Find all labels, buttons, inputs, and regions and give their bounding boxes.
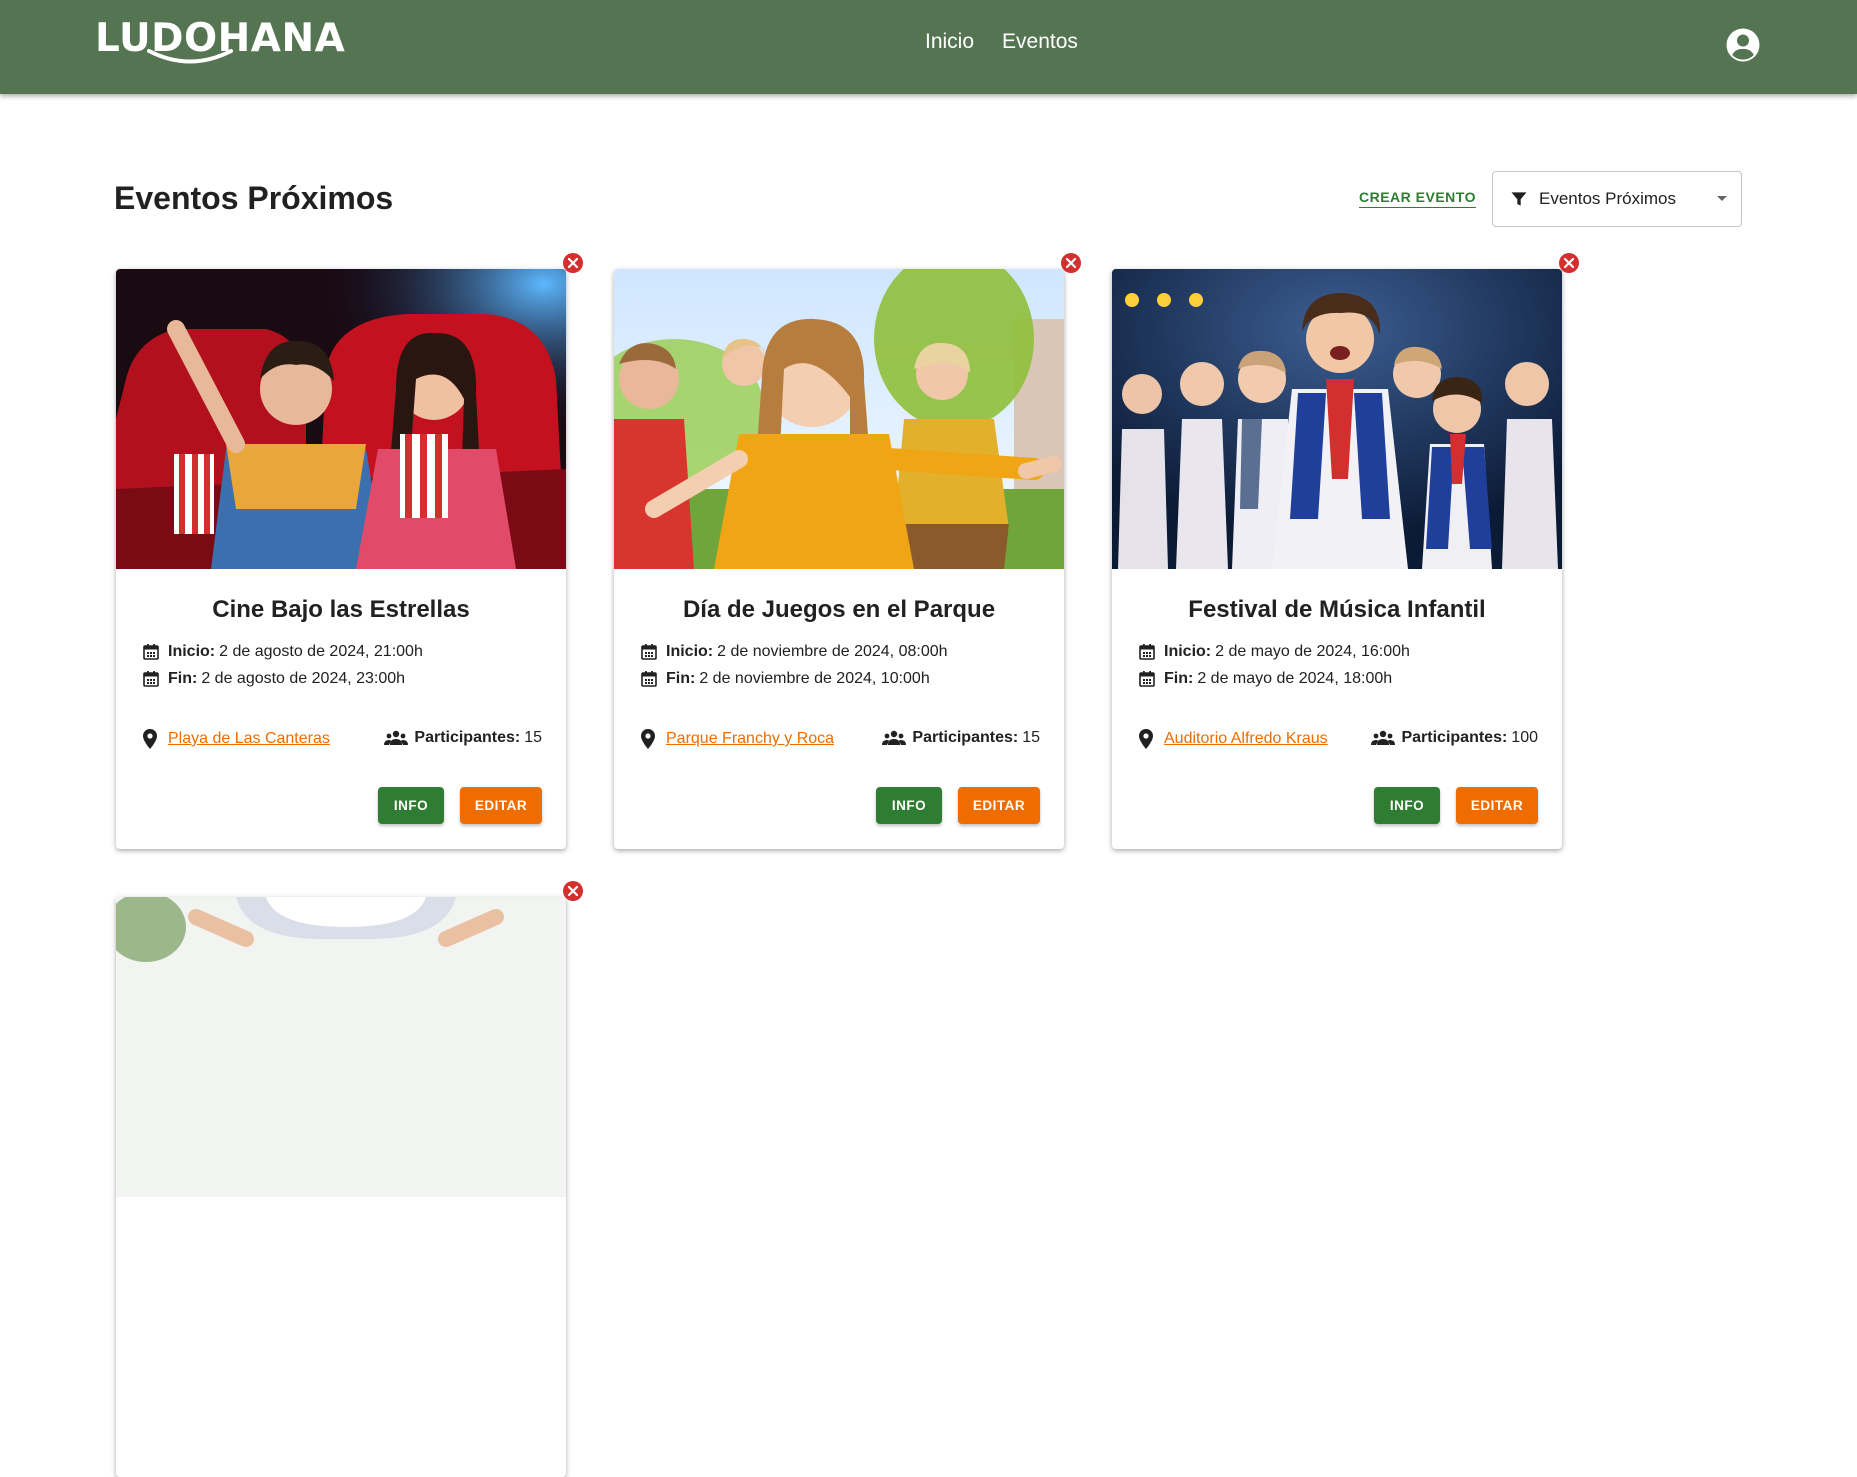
event-card: Día de Juegos en el Parque Inicio: 2 de …	[614, 269, 1064, 849]
participants-label: Participantes:	[1401, 729, 1508, 746]
chevron-down-icon	[1717, 196, 1727, 201]
info-button[interactable]: INFO	[1374, 787, 1440, 824]
event-start-value: 2 de mayo de 2024, 16:00h	[1215, 643, 1410, 660]
edit-button[interactable]: EDITAR	[460, 787, 542, 824]
map-pin-icon	[641, 729, 655, 749]
edit-button[interactable]: EDITAR	[1456, 787, 1538, 824]
calendar-icon	[641, 671, 657, 687]
participants-count: 15	[524, 729, 542, 746]
event-end-row: Fin: 2 de agosto de 2024, 23:00h	[142, 670, 405, 688]
app-bar: LUDOHANA Inicio Eventos	[0, 0, 1857, 94]
event-participants: Participantes: 15	[882, 729, 1040, 747]
participants-label: Participantes:	[414, 729, 521, 746]
event-location: Playa de Las Canteras	[142, 728, 330, 750]
delete-event-button[interactable]	[562, 252, 584, 274]
events-filter-select[interactable]: Eventos Próximos	[1492, 171, 1742, 227]
event-image	[614, 269, 1064, 569]
calendar-icon	[143, 644, 159, 660]
participants-count: 100	[1511, 729, 1538, 746]
calendar-icon	[641, 644, 657, 660]
end-label: Fin:	[1164, 670, 1194, 687]
filter-icon	[1511, 192, 1527, 206]
event-start-value: 2 de noviembre de 2024, 08:00h	[717, 643, 948, 660]
participants-label: Participantes:	[912, 729, 1019, 746]
event-participants: Participantes: 100	[1371, 729, 1538, 747]
close-circle-icon	[1559, 253, 1579, 273]
account-circle-icon[interactable]	[1725, 27, 1761, 63]
delete-event-button[interactable]	[1558, 252, 1580, 274]
event-location-link[interactable]: Playa de Las Canteras	[168, 730, 330, 748]
event-start-value: 2 de agosto de 2024, 21:00h	[219, 643, 423, 660]
logo-smile-icon	[147, 49, 233, 64]
event-title: Cine Bajo las Estrellas	[212, 596, 470, 623]
group-icon	[1371, 730, 1396, 745]
event-image	[116, 269, 566, 569]
event-image	[116, 897, 566, 1197]
group-icon	[384, 730, 409, 745]
close-circle-icon	[563, 253, 583, 273]
event-card	[116, 897, 566, 1477]
event-end-value: 2 de agosto de 2024, 23:00h	[201, 670, 406, 687]
event-end-row: Fin: 2 de noviembre de 2024, 10:00h	[640, 670, 930, 688]
event-title: Día de Juegos en el Parque	[682, 596, 996, 623]
event-card: Cine Bajo las Estrellas Inicio: 2 de ago…	[116, 269, 566, 849]
nav-eventos[interactable]: Eventos	[1002, 30, 1078, 54]
group-icon	[882, 730, 907, 745]
event-image	[1112, 269, 1562, 569]
event-end-row: Fin: 2 de mayo de 2024, 18:00h	[1138, 670, 1392, 688]
page-title: Eventos Próximos	[114, 180, 394, 216]
map-pin-icon	[1139, 729, 1153, 749]
event-start-row: Inicio: 2 de agosto de 2024, 21:00h	[142, 643, 423, 661]
calendar-icon	[1139, 671, 1155, 687]
event-end-value: 2 de noviembre de 2024, 10:00h	[699, 670, 930, 687]
ludohana-logo[interactable]: LUDOHANA	[95, 14, 345, 74]
info-button[interactable]: INFO	[876, 787, 942, 824]
delete-event-button[interactable]	[562, 880, 584, 902]
main-nav: Inicio Eventos	[925, 30, 1078, 54]
create-event-link[interactable]: CREAR EVENTO	[1359, 189, 1476, 208]
event-location-link[interactable]: Parque Franchy y Roca	[666, 730, 834, 748]
event-start-row: Inicio: 2 de mayo de 2024, 16:00h	[1138, 643, 1410, 661]
close-circle-icon	[563, 881, 583, 901]
start-label: Inicio:	[666, 643, 714, 660]
participants-count: 15	[1022, 729, 1040, 746]
event-participants: Participantes: 15	[384, 729, 542, 747]
event-start-row: Inicio: 2 de noviembre de 2024, 08:00h	[640, 643, 948, 661]
filter-selected-value: Eventos Próximos	[1539, 189, 1676, 208]
calendar-icon	[143, 671, 159, 687]
map-pin-icon	[143, 729, 157, 749]
event-location-link[interactable]: Auditorio Alfredo Kraus	[1164, 730, 1328, 748]
event-location: Auditorio Alfredo Kraus	[1138, 728, 1328, 750]
edit-button[interactable]: EDITAR	[958, 787, 1040, 824]
event-location: Parque Franchy y Roca	[640, 728, 834, 750]
end-label: Fin:	[666, 670, 696, 687]
close-circle-icon	[1061, 253, 1081, 273]
event-end-value: 2 de mayo de 2024, 18:00h	[1197, 670, 1393, 687]
info-button[interactable]: INFO	[378, 787, 444, 824]
nav-inicio[interactable]: Inicio	[925, 30, 974, 54]
calendar-icon	[1139, 644, 1155, 660]
end-label: Fin:	[168, 670, 198, 687]
start-label: Inicio:	[1164, 643, 1212, 660]
event-card: Festival de Música Infantil Inicio: 2 de…	[1112, 269, 1562, 849]
delete-event-button[interactable]	[1060, 252, 1082, 274]
event-title: Festival de Música Infantil	[1188, 596, 1486, 623]
start-label: Inicio:	[168, 643, 216, 660]
